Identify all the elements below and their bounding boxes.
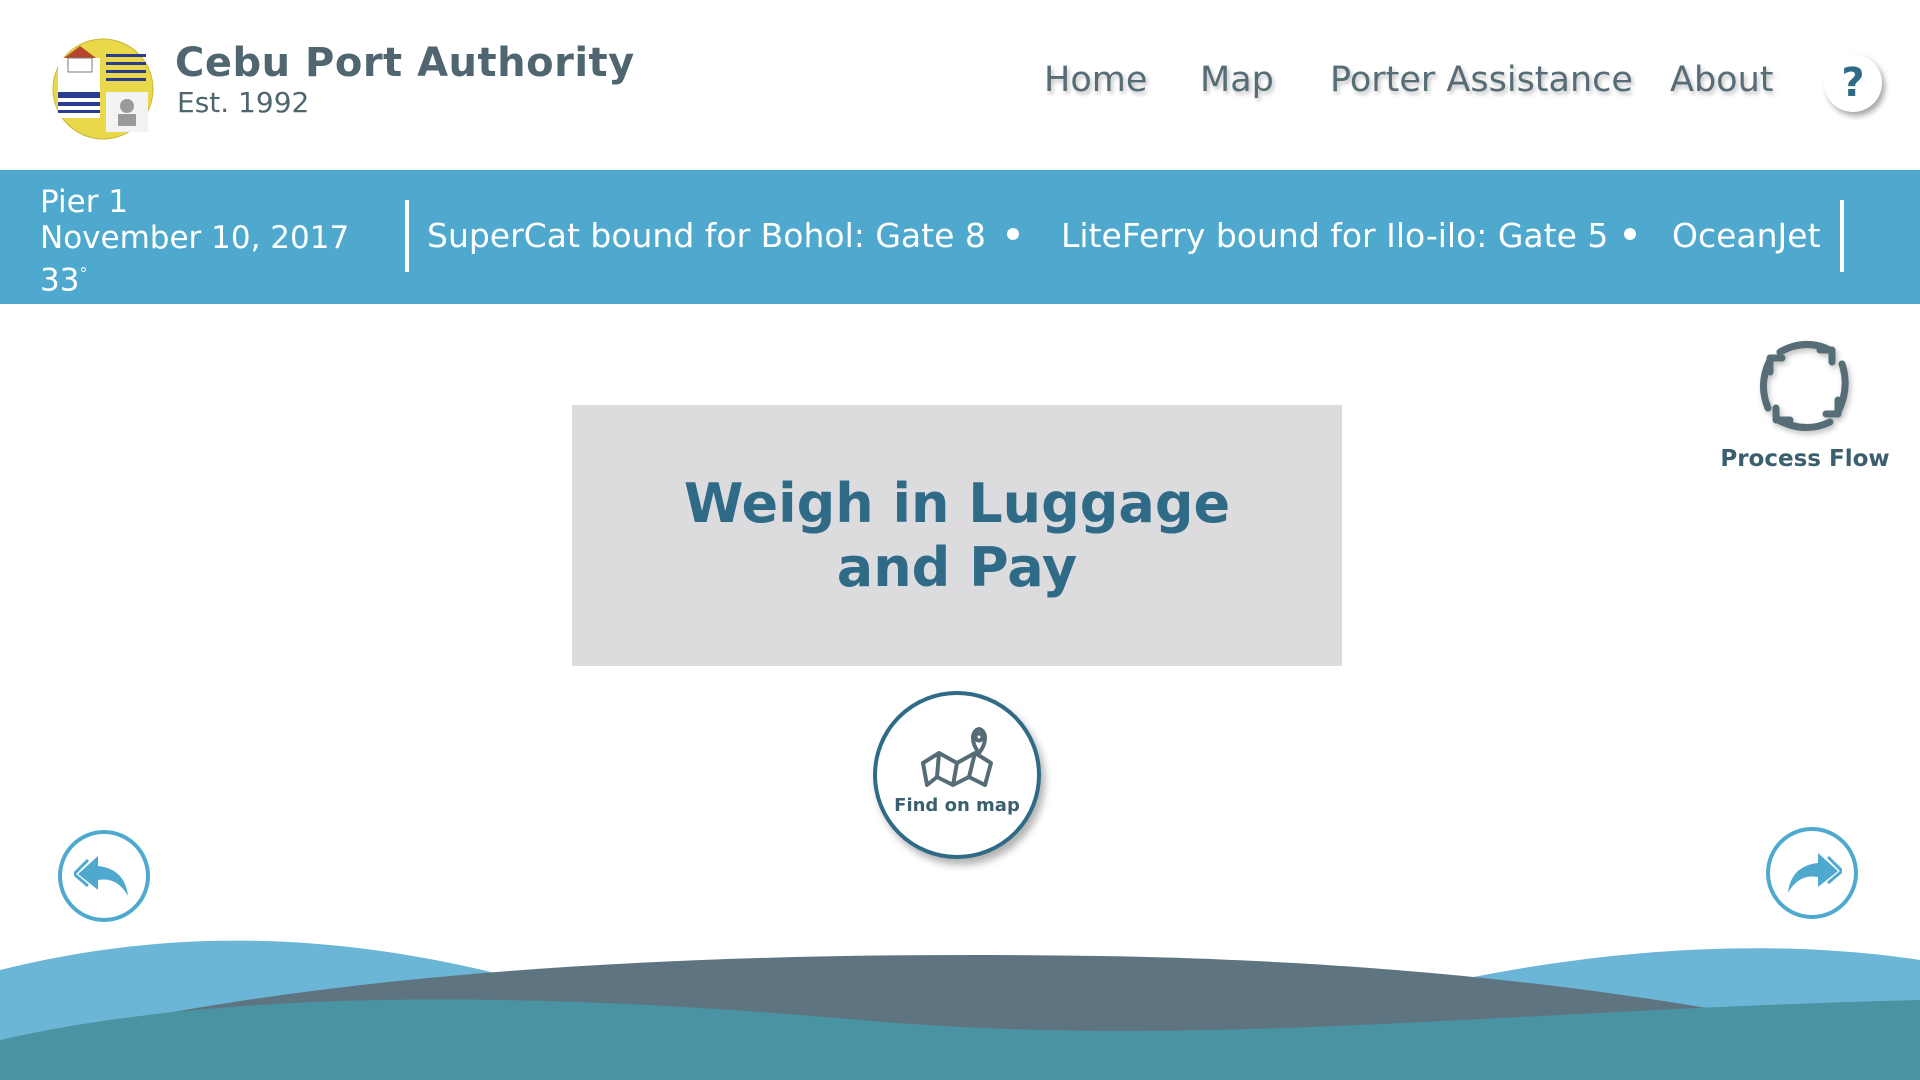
- kiosk-page: Cebu Port Authority Est. 1992 Home Map P…: [0, 0, 1920, 1080]
- process-flow-label: Process Flow: [1720, 446, 1890, 472]
- ticker-scroll: SuperCat bound for Bohol: Gate 8 LiteFer…: [410, 170, 1838, 304]
- nav-home[interactable]: Home: [1044, 60, 1147, 100]
- brand-title: Cebu Port Authority: [175, 40, 635, 86]
- date-label: November 10, 2017: [40, 220, 350, 256]
- step-card: Weigh in Luggage and Pay: [572, 405, 1342, 666]
- decorative-waves: [0, 940, 1920, 1080]
- pier-label: Pier 1: [40, 184, 129, 220]
- pier-info: Pier 1 November 10, 2017 33°: [40, 184, 349, 298]
- cebu-port-logo: [50, 36, 156, 142]
- cycle-arrows-icon: [1760, 341, 1849, 431]
- map-pin-icon: [921, 727, 993, 787]
- degree-symbol: °: [79, 264, 88, 283]
- temperature-value: 33: [40, 262, 80, 299]
- temperature: 33°: [40, 256, 349, 298]
- nav-map[interactable]: Map: [1200, 60, 1274, 100]
- nav-about[interactable]: About: [1670, 60, 1773, 100]
- step-title: Weigh in Luggage and Pay: [683, 471, 1231, 599]
- process-flow-button[interactable]: Process Flow: [1720, 330, 1890, 480]
- forward-arrow-icon: [1788, 853, 1842, 893]
- ticker-divider-right: [1840, 200, 1844, 272]
- ticker-divider-left: [405, 200, 409, 272]
- nav-porter-assistance[interactable]: Porter Assistance: [1330, 60, 1633, 100]
- header: Cebu Port Authority Est. 1992 Home Map P…: [0, 0, 1920, 170]
- reply-arrow-icon: [74, 856, 128, 896]
- ticker-item: SuperCat bound for Bohol: Gate 8: [427, 216, 986, 255]
- help-button[interactable]: ?: [1824, 54, 1882, 112]
- ticker-bullet: [1624, 228, 1636, 240]
- ticker-bullet: [1007, 228, 1019, 240]
- question-icon: ?: [1841, 60, 1865, 106]
- find-on-map-label: Find on map: [894, 795, 1020, 816]
- ticker-item: LiteFerry bound for Ilo-ilo: Gate 5: [1061, 216, 1609, 255]
- info-ticker-bar: Pier 1 November 10, 2017 33° SuperCat bo…: [0, 170, 1920, 304]
- find-on-map-button[interactable]: Find on map: [873, 691, 1041, 859]
- brand-subtitle: Est. 1992: [177, 86, 310, 119]
- ticker-item: OceanJet: [1672, 216, 1821, 255]
